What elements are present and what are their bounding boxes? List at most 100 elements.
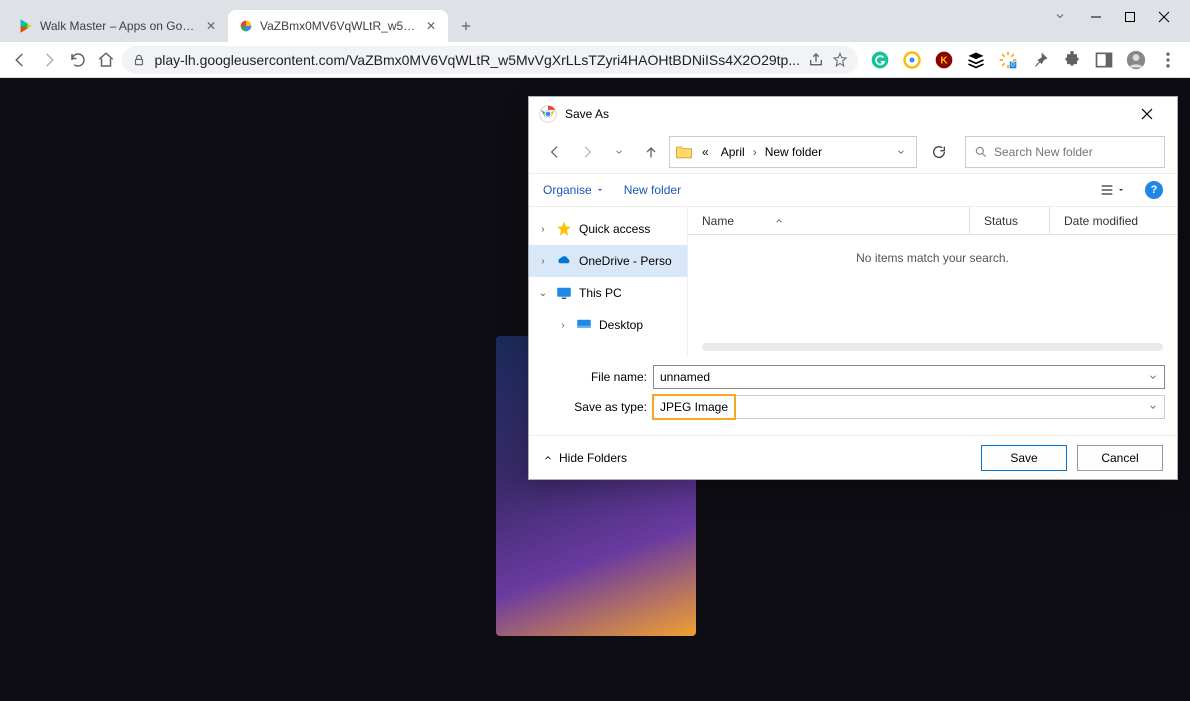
tab-strip: Walk Master – Apps on Google P ✕ VaZBmx0… — [0, 8, 1190, 42]
forward-button[interactable] — [37, 46, 62, 74]
chevron-down-icon[interactable]: ⌄ — [537, 288, 549, 299]
file-name-label: File name: — [541, 370, 653, 384]
dialog-form: File name: unnamed Save as type: JPEG Im… — [529, 357, 1177, 435]
side-panel-icon[interactable] — [1094, 50, 1114, 70]
chevron-down-icon[interactable] — [1054, 10, 1068, 24]
breadcrumb[interactable]: « April › New folder — [669, 136, 917, 168]
reload-button[interactable] — [65, 46, 90, 74]
column-date[interactable]: Date modified — [1049, 207, 1177, 234]
bookmark-icon[interactable] — [832, 52, 848, 68]
search-input[interactable] — [994, 145, 1156, 159]
recent-locations-button[interactable] — [605, 138, 633, 166]
breadcrumb-new-folder[interactable]: New folder — [761, 145, 826, 159]
refresh-button[interactable] — [925, 138, 953, 166]
close-icon[interactable]: ✕ — [204, 19, 218, 33]
horizontal-scrollbar[interactable] — [702, 343, 1163, 351]
folder-icon — [674, 142, 694, 162]
hide-folders-button[interactable]: Hide Folders — [543, 451, 627, 465]
chevron-right-icon[interactable]: › — [537, 256, 549, 267]
chevron-down-icon[interactable] — [1148, 402, 1158, 412]
star-icon — [555, 220, 573, 238]
window-controls — [1054, 0, 1190, 34]
close-button[interactable] — [1127, 99, 1167, 129]
close-window-button[interactable] — [1158, 11, 1170, 23]
back-button[interactable] — [8, 46, 33, 74]
chevron-right-icon: › — [753, 145, 757, 159]
extension-icon[interactable] — [902, 50, 922, 70]
extension-icons: K 0 — [862, 50, 1182, 70]
home-button[interactable] — [94, 46, 119, 74]
column-name[interactable]: Name — [688, 214, 969, 228]
pin-icon[interactable] — [1030, 50, 1050, 70]
profile-avatar-icon[interactable] — [1126, 50, 1146, 70]
tab-image[interactable]: VaZBmx0MV6VqWLtR_w5MvVgX ✕ — [228, 10, 448, 42]
share-icon[interactable] — [808, 52, 824, 68]
dialog-body: › Quick access › OneDrive - Perso ⌄ This… — [529, 207, 1177, 357]
nav-back-button[interactable] — [541, 138, 569, 166]
breadcrumb-april[interactable]: April — [717, 145, 749, 159]
onedrive-icon — [555, 252, 573, 270]
chevron-right-icon[interactable]: › — [537, 224, 549, 235]
lock-icon — [132, 53, 146, 67]
tab-title: VaZBmx0MV6VqWLtR_w5MvVgX — [260, 19, 418, 33]
address-bar[interactable]: play-lh.googleusercontent.com/VaZBmx0MV6… — [122, 46, 858, 74]
tree-label: Quick access — [579, 222, 650, 236]
kebab-menu-icon[interactable] — [1158, 50, 1178, 70]
tab-title: Walk Master – Apps on Google P — [40, 19, 198, 33]
minimize-button[interactable] — [1090, 11, 1102, 23]
dialog-nav: « April › New folder — [529, 131, 1177, 173]
nav-up-button[interactable] — [637, 138, 665, 166]
view-options-button[interactable] — [1099, 182, 1125, 198]
save-button[interactable]: Save — [981, 445, 1067, 471]
maximize-button[interactable] — [1124, 11, 1136, 23]
google-play-icon — [18, 18, 34, 34]
google-photos-icon — [238, 18, 254, 34]
cancel-button[interactable]: Cancel — [1077, 445, 1163, 471]
tree-onedrive[interactable]: › OneDrive - Perso — [529, 245, 687, 277]
empty-message: No items match your search. — [688, 235, 1177, 339]
chrome-icon — [539, 105, 557, 123]
svg-text:0: 0 — [1011, 61, 1015, 68]
save-type-field[interactable]: JPEG Image — [653, 395, 1165, 419]
tree-this-pc[interactable]: ⌄ This PC — [529, 277, 687, 309]
file-name-field[interactable]: unnamed — [653, 365, 1165, 389]
url-text: play-lh.googleusercontent.com/VaZBmx0MV6… — [154, 52, 800, 68]
organise-button[interactable]: Organise — [543, 183, 604, 197]
close-icon[interactable]: ✕ — [424, 19, 438, 33]
dialog-titlebar[interactable]: Save As — [529, 97, 1177, 131]
help-button[interactable]: ? — [1145, 181, 1163, 199]
tree-desktop[interactable]: › Desktop — [529, 309, 687, 341]
column-status[interactable]: Status — [969, 207, 1049, 234]
pc-icon — [555, 284, 573, 302]
chevron-down-icon[interactable] — [1148, 372, 1158, 382]
tree-label: OneDrive - Perso — [579, 254, 672, 268]
extensions-puzzle-icon[interactable] — [1062, 50, 1082, 70]
titlebar — [0, 0, 1190, 8]
search-icon — [974, 145, 988, 159]
new-folder-button[interactable]: New folder — [624, 183, 681, 197]
tree-label: Desktop — [599, 318, 643, 332]
extension-icon[interactable]: 0 — [998, 50, 1018, 70]
buffer-icon[interactable] — [966, 50, 986, 70]
nav-forward-button[interactable] — [573, 138, 601, 166]
tree-quick-access[interactable]: › Quick access — [529, 213, 687, 245]
save-type-highlight: JPEG Image — [652, 394, 736, 420]
folder-tree: › Quick access › OneDrive - Perso ⌄ This… — [529, 207, 687, 357]
chevron-right-icon[interactable]: › — [557, 320, 569, 331]
browser-toolbar: play-lh.googleusercontent.com/VaZBmx0MV6… — [0, 42, 1190, 78]
new-tab-button[interactable] — [452, 12, 480, 40]
extension-icon[interactable]: K — [934, 50, 954, 70]
chevron-down-icon[interactable] — [890, 147, 912, 157]
save-type-label: Save as type: — [541, 400, 653, 414]
sort-asc-icon — [774, 216, 784, 226]
file-list-header: Name Status Date modified — [688, 207, 1177, 235]
dialog-toolbar: Organise New folder ? — [529, 173, 1177, 207]
breadcrumb-prefix[interactable]: « — [698, 145, 713, 159]
grammarly-icon[interactable] — [870, 50, 890, 70]
tab-walk-master[interactable]: Walk Master – Apps on Google P ✕ — [8, 10, 228, 42]
file-list: Name Status Date modified No items match… — [687, 207, 1177, 357]
tree-label: This PC — [579, 286, 622, 300]
folder-search[interactable] — [965, 136, 1165, 168]
svg-text:K: K — [940, 55, 948, 66]
dialog-footer: Hide Folders Save Cancel — [529, 435, 1177, 479]
